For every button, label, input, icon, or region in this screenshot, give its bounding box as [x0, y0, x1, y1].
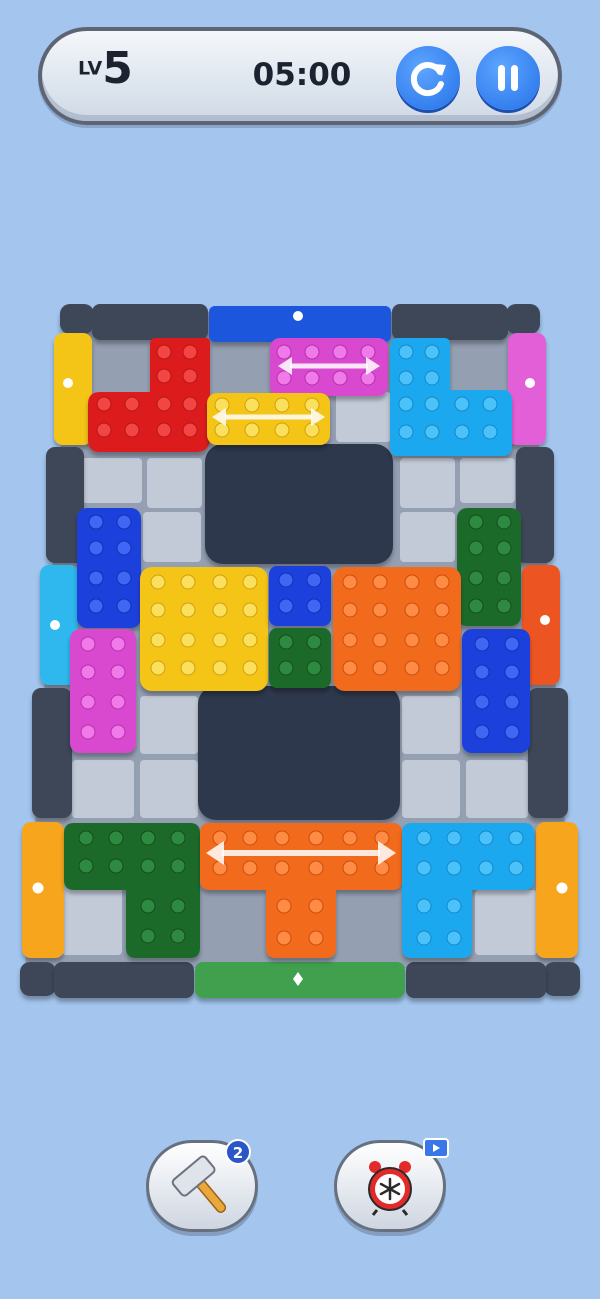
video-ad-icon — [423, 1138, 449, 1158]
piece-magenta-slider[interactable] — [270, 338, 388, 396]
piece-green-small[interactable] — [269, 628, 331, 688]
gate-blue-top[interactable] — [209, 306, 391, 342]
freeze-booster-button[interactable] — [334, 1138, 449, 1232]
frame-corner-tl — [60, 304, 94, 334]
frame-segment — [32, 688, 72, 818]
frame-segment — [92, 304, 208, 340]
obstacle-block — [205, 444, 393, 564]
frame-corner-bl — [20, 962, 56, 996]
hammer-booster-button[interactable]: 2 — [146, 1139, 258, 1232]
piece-orange-center[interactable] — [333, 567, 461, 691]
piece-blue-small[interactable] — [269, 566, 331, 626]
frame-segment — [516, 447, 554, 563]
frame-segment — [406, 962, 546, 998]
puzzle-board — [20, 304, 580, 998]
hammer-count-badge: 2 — [225, 1139, 251, 1165]
frame-segment — [392, 304, 508, 340]
piece-yellow-slider[interactable] — [207, 393, 330, 445]
gate-magenta-right[interactable] — [508, 333, 546, 445]
frame-corner-br — [544, 962, 580, 996]
frame-segment — [54, 962, 194, 998]
frame-segment — [528, 688, 568, 818]
piece-blue-right[interactable] — [462, 629, 530, 753]
obstacle-block — [198, 686, 400, 820]
piece-yellow-center[interactable] — [140, 567, 268, 691]
piece-blue-left[interactable] — [77, 508, 141, 628]
piece-green-right[interactable] — [457, 508, 521, 626]
frame-corner-tr — [506, 304, 540, 334]
gate-yellow-left[interactable] — [54, 333, 92, 445]
piece-magenta-left[interactable] — [70, 629, 136, 753]
